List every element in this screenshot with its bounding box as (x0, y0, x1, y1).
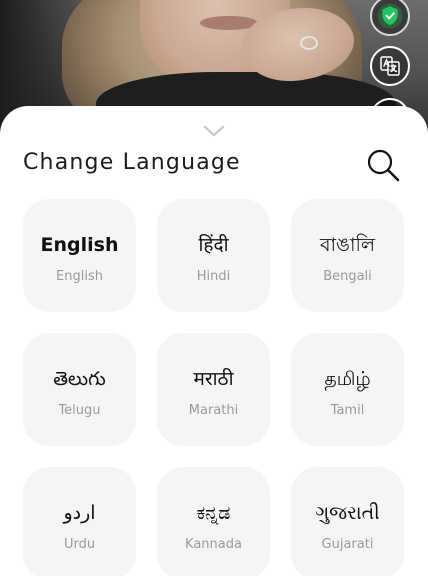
search-button[interactable] (364, 146, 402, 184)
language-english-name: Bengali (323, 269, 372, 284)
photo-ring (300, 36, 318, 50)
language-english-name: English (56, 269, 103, 284)
translate-icon (380, 56, 400, 76)
language-native-name: हिंदी (198, 234, 229, 256)
language-card-hindi[interactable]: हिंदी Hindi (157, 199, 270, 312)
language-native-name: मराठी (193, 368, 234, 390)
language-native-name: বাঙালি (319, 234, 376, 256)
language-english-name: Tamil (330, 403, 365, 418)
sheet-title: Change Language (23, 150, 241, 175)
language-english-name: Kannada (185, 537, 242, 552)
language-native-name: ગુજરાતી (315, 502, 380, 524)
chevron-down-icon (203, 125, 225, 137)
language-english-name: Gujarati (321, 537, 374, 552)
language-card-bengali[interactable]: বাঙালি Bengali (291, 199, 404, 312)
language-english-name: Telugu (58, 403, 101, 418)
search-icon (367, 149, 400, 182)
language-native-name: English (40, 234, 119, 256)
language-english-name: Marathi (188, 403, 239, 418)
language-card-tamil[interactable]: தமிழ் Tamil (291, 333, 404, 446)
language-card-telugu[interactable]: తెలుగు Telugu (23, 333, 136, 446)
language-native-name: తెలుగు (53, 368, 106, 390)
language-native-name: اردو (63, 502, 96, 524)
language-card-gujarati[interactable]: ગુજરાતી Gujarati (291, 467, 404, 576)
language-sheet: Change Language English English हिंदी Hi… (0, 106, 428, 576)
language-english-name: Hindi (196, 269, 231, 284)
language-card-english[interactable]: English English (23, 199, 136, 312)
language-native-name: தமிழ் (324, 368, 371, 390)
shield-check-icon (377, 3, 403, 29)
collapse-sheet-button[interactable] (202, 124, 226, 138)
language-native-name: ಕನ್ನಡ (196, 502, 231, 524)
language-card-urdu[interactable]: اردو Urdu (23, 467, 136, 576)
language-english-name: Urdu (63, 537, 96, 552)
translate-button[interactable] (370, 46, 410, 86)
language-card-marathi[interactable]: मराठी Marathi (157, 333, 270, 446)
language-card-kannada[interactable]: ಕನ್ನಡ Kannada (157, 467, 270, 576)
language-grid: English English हिंदी Hindi বাঙালি Benga… (23, 199, 405, 576)
